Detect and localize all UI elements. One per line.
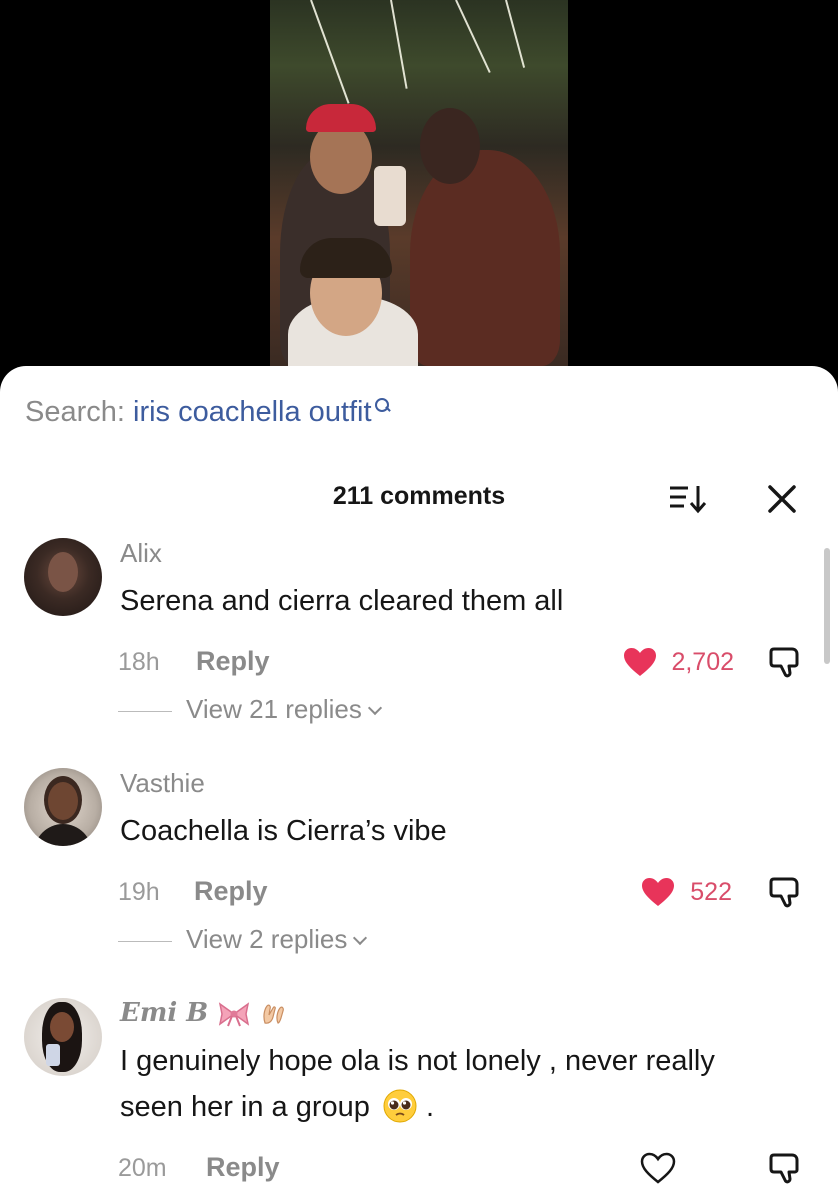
- video-player[interactable]: [0, 0, 838, 400]
- comment-text-line: seen her in a group .: [120, 1084, 820, 1130]
- comments-sheet: Search: iris coachella outfit 211 commen…: [0, 366, 838, 1200]
- scrollbar[interactable]: [824, 548, 830, 664]
- hands-emoji-icon: [263, 1004, 285, 1024]
- string-light: [505, 0, 526, 68]
- reply-button[interactable]: Reply: [194, 876, 268, 907]
- divider-line: [118, 940, 172, 942]
- username[interactable]: Vasthie: [120, 768, 205, 799]
- avatar[interactable]: [24, 768, 102, 846]
- divider-line: [118, 710, 172, 712]
- phone: [374, 166, 406, 226]
- like-count: 522: [690, 878, 732, 906]
- comment-text: Coachella is Cierra’s vibe: [120, 815, 447, 847]
- avatar[interactable]: [24, 998, 102, 1076]
- video-thumbnail[interactable]: [270, 0, 568, 366]
- username[interactable]: Emi B: [120, 998, 286, 1028]
- string-light: [310, 0, 350, 104]
- string-light: [455, 0, 491, 73]
- view-replies-label: View 2 replies: [186, 924, 348, 954]
- pleading-face-emoji-icon: [383, 1089, 417, 1123]
- search-prefix: Search:: [25, 396, 133, 428]
- comment-text-part: seen her in a group: [120, 1091, 370, 1123]
- view-replies-button[interactable]: View 2 replies: [118, 924, 368, 955]
- view-replies-label: View 21 replies: [186, 694, 362, 724]
- sort-icon[interactable]: [668, 484, 708, 514]
- username-text: Emi B: [120, 998, 209, 1028]
- comment-time: 19h: [118, 878, 160, 906]
- search-icon: [374, 396, 390, 416]
- heart-icon[interactable]: [640, 1152, 676, 1184]
- face: [420, 108, 480, 184]
- comments-count: 211 comments: [332, 482, 506, 510]
- comment-text: Serena and cierra cleared them all: [120, 585, 564, 617]
- search-query-link[interactable]: iris coachella outfit: [133, 396, 372, 428]
- username[interactable]: Alix: [120, 538, 162, 569]
- chevron-down-icon: [367, 700, 382, 716]
- comment-text-line: I genuinely hope ola is not lonely , nev…: [120, 1045, 715, 1077]
- dislike-icon[interactable]: [768, 644, 804, 680]
- comment-time: 20m: [118, 1154, 167, 1182]
- comment-time: 18h: [118, 648, 160, 676]
- dislike-icon[interactable]: [768, 874, 804, 910]
- string-light: [390, 0, 408, 89]
- hair: [300, 238, 392, 278]
- comment-text-suffix: .: [426, 1091, 435, 1123]
- search-suggestion[interactable]: Search: iris coachella outfit: [25, 396, 390, 429]
- like-count: 2,702: [671, 648, 734, 676]
- reply-button[interactable]: Reply: [206, 1152, 280, 1183]
- bow-emoji-icon: [219, 1002, 250, 1027]
- reply-button[interactable]: Reply: [196, 646, 270, 677]
- person-right: [410, 150, 560, 366]
- view-replies-button[interactable]: View 21 replies: [118, 694, 382, 725]
- close-icon[interactable]: [764, 481, 800, 517]
- avatar[interactable]: [24, 538, 102, 616]
- chevron-down-icon: [353, 930, 368, 946]
- red-cap: [306, 104, 376, 132]
- comment-text: I genuinely hope ola is not lonely , nev…: [120, 1038, 820, 1130]
- heart-icon[interactable]: [622, 646, 658, 678]
- dislike-icon[interactable]: [768, 1150, 804, 1186]
